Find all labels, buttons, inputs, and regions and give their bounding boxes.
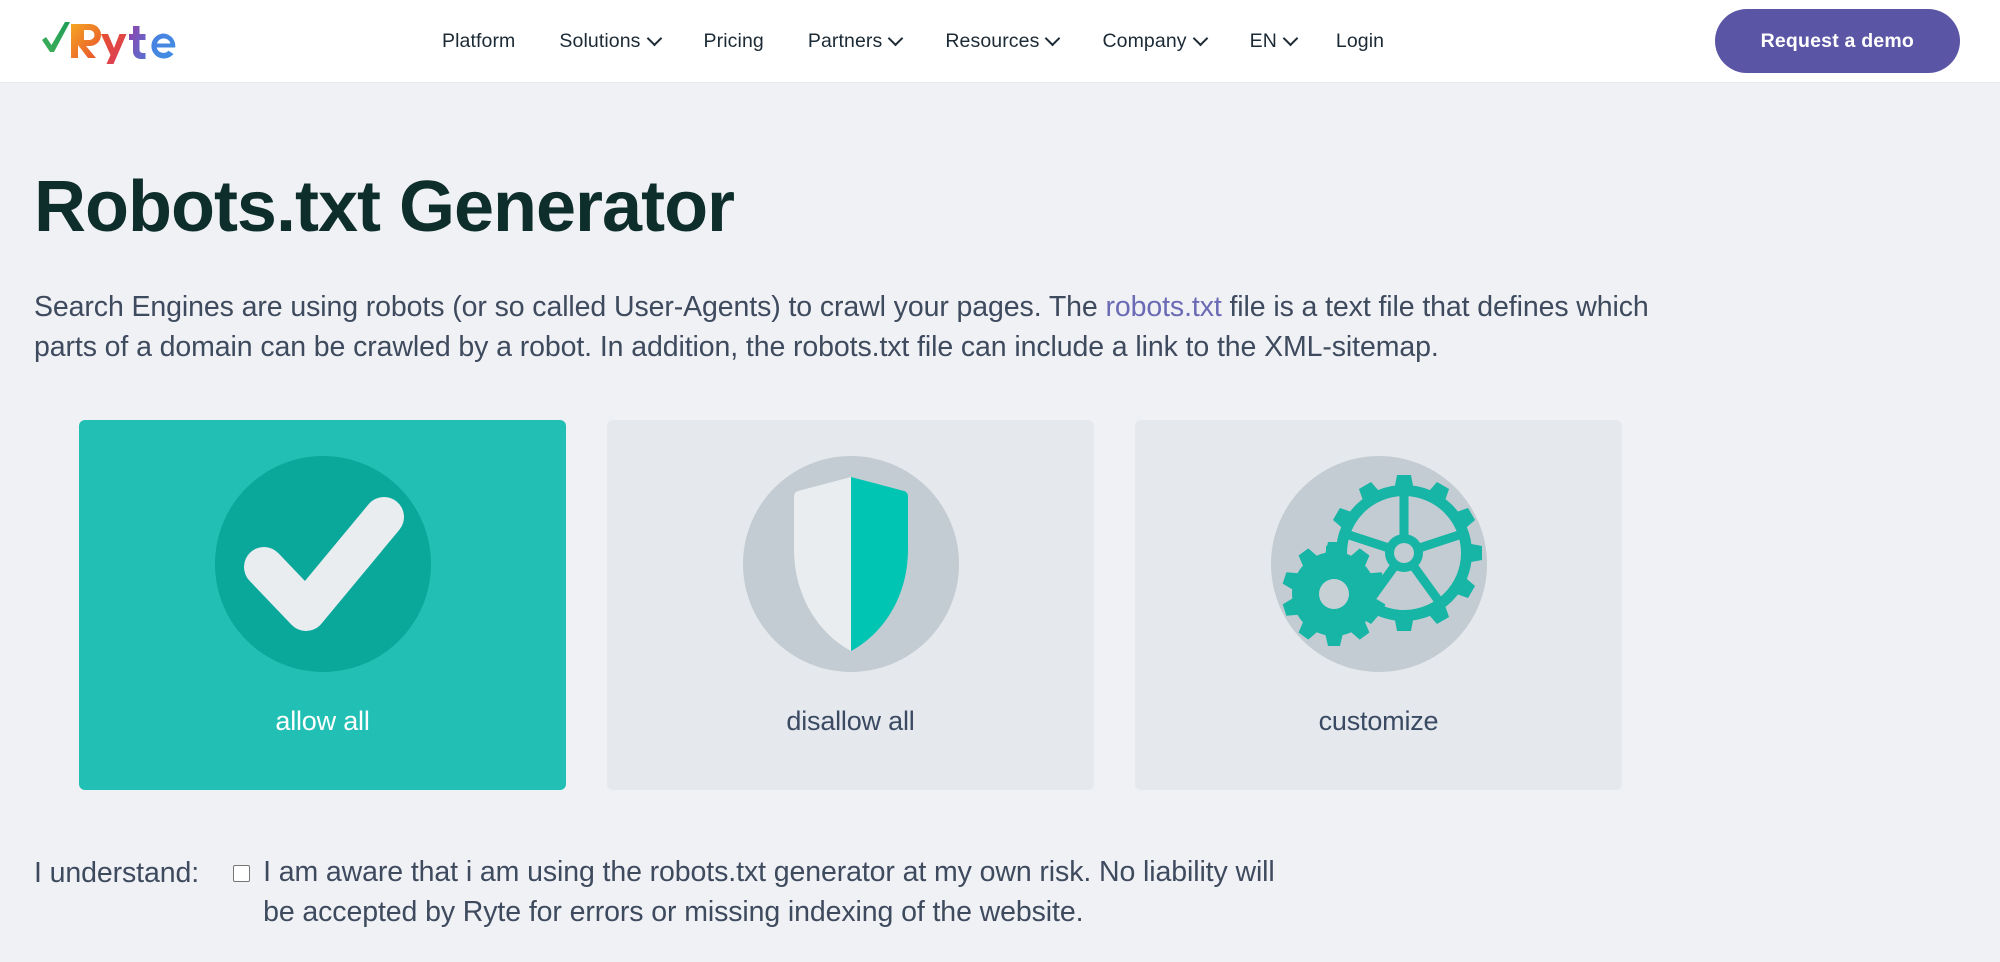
page-title: Robots.txt Generator <box>34 167 735 247</box>
nav-item-solutions[interactable]: Solutions <box>537 0 681 83</box>
chevron-down-icon <box>646 30 662 47</box>
card-allow-all[interactable]: allow all <box>79 419 566 790</box>
nav-label: Partners <box>807 30 883 52</box>
nav-label: Company <box>1102 30 1187 52</box>
shield-icon <box>742 456 959 673</box>
option-cards: allow all disallow all customize <box>79 419 2000 790</box>
check-logo-icon <box>42 22 176 64</box>
intro-paragraph: Search Engines are using robots (or so c… <box>34 287 1674 368</box>
nav-item-partners[interactable]: Partners <box>786 0 924 83</box>
nav-label: Platform <box>442 30 516 52</box>
nav-item-platform[interactable]: Platform <box>420 0 537 83</box>
chevron-down-icon <box>1192 30 1208 47</box>
card-customize[interactable]: customize <box>1135 419 1622 790</box>
main-content: Robots.txt Generator Search Engines are … <box>0 171 2000 933</box>
card-label: disallow all <box>786 705 915 736</box>
chevron-down-icon <box>888 30 904 47</box>
nav-item-pricing[interactable]: Pricing <box>682 0 786 83</box>
card-disallow-all[interactable]: disallow all <box>607 419 1094 790</box>
robots-txt-link[interactable]: robots.txt <box>1105 291 1221 323</box>
chevron-down-icon <box>1045 30 1061 47</box>
card-art <box>163 427 483 702</box>
nav-label: Resources <box>945 30 1040 52</box>
nav-item-company[interactable]: Company <box>1080 0 1227 83</box>
card-art <box>1219 427 1539 702</box>
nav-item-language[interactable]: EN <box>1228 0 1318 83</box>
nav-item-resources[interactable]: Resources <box>923 0 1080 83</box>
card-art <box>691 427 1011 702</box>
request-demo-button[interactable]: Request a demo <box>1714 9 1960 73</box>
gears-icon <box>1270 456 1487 673</box>
disclaimer-checkbox[interactable] <box>233 864 251 882</box>
ryte-logo[interactable] <box>40 15 190 67</box>
understand-checkbox-group: I am aware that i am using the robots.tx… <box>233 852 1283 933</box>
nav-label: Pricing <box>703 30 764 52</box>
understand-label: I understand: <box>34 856 200 889</box>
card-label: allow all <box>275 705 370 736</box>
card-label: customize <box>1318 705 1439 736</box>
understand-row: I understand: I am aware that i am using… <box>34 852 2000 933</box>
site-header: Platform Solutions Pricing Partners Reso… <box>0 0 2000 83</box>
main-navigation: Platform Solutions Pricing Partners Reso… <box>420 0 1404 83</box>
nav-item-login[interactable]: Login <box>1318 0 1404 83</box>
chevron-down-icon <box>1282 30 1299 47</box>
nav-label: Login <box>1335 30 1385 52</box>
disclaimer-text[interactable]: I am aware that i am using the robots.tx… <box>263 852 1283 933</box>
check-circle-icon <box>214 456 431 673</box>
intro-text-part1: Search Engines are using robots (or so c… <box>34 291 1106 323</box>
nav-label: EN <box>1249 30 1277 52</box>
nav-label: Solutions <box>559 30 641 52</box>
